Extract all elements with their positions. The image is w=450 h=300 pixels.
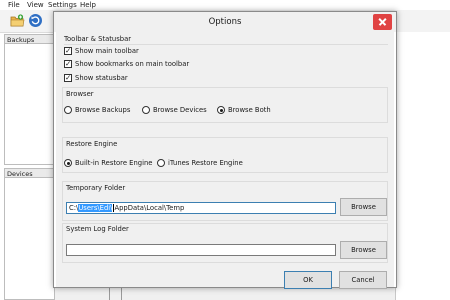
checkbox-checked-icon[interactable] — [64, 59, 72, 69]
toolbar-statusbar-group-title: Toolbar & Statusbar — [64, 35, 132, 43]
radio-selected-icon[interactable] — [217, 106, 225, 114]
browse-devices-radio[interactable]: Browse Devices — [142, 105, 207, 115]
radio-icon[interactable] — [157, 159, 165, 167]
menu-bar: File View Settings Help — [0, 0, 450, 10]
system-log-folder-input[interactable] — [66, 244, 336, 256]
browse-both-label: Browse Both — [228, 106, 271, 114]
show-statusbar-label: Show statusbar — [75, 74, 128, 82]
devices-panel-header: Devices — [4, 168, 55, 178]
main-content-strip — [55, 288, 395, 300]
path-suffix: AppData\Local\Temp — [114, 204, 185, 212]
browse-backups-label: Browse Backups — [75, 106, 131, 114]
backups-panel-header: Backups — [4, 34, 55, 44]
itunes-restore-engine-radio[interactable]: iTunes Restore Engine — [157, 158, 243, 168]
browse-backups-radio[interactable]: Browse Backups — [64, 105, 130, 115]
temporary-folder-group-title: Temporary Folder — [66, 184, 126, 192]
pane-divider — [121, 288, 122, 300]
browse-devices-label: Browse Devices — [153, 106, 207, 114]
dialog-body: Toolbar & Statusbar Show main toolbar Sh… — [56, 32, 394, 289]
radio-icon[interactable] — [142, 106, 150, 114]
system-log-folder-group-title: System Log Folder — [66, 225, 129, 233]
show-bookmarks-label: Show bookmarks on main toolbar — [75, 60, 190, 68]
itunes-restore-engine-label: iTunes Restore Engine — [168, 159, 243, 167]
temporary-folder-input[interactable]: C:\Users\Edi\ AppData\Local\Temp — [66, 202, 336, 214]
content-pane — [395, 32, 450, 300]
builtin-restore-engine-radio[interactable]: Built-in Restore Engine — [64, 158, 152, 168]
devices-panel[interactable] — [4, 178, 55, 300]
refresh-icon[interactable] — [28, 13, 43, 28]
cancel-button[interactable]: Cancel — [339, 271, 387, 289]
menu-view[interactable]: View — [27, 0, 44, 10]
backups-panel[interactable] — [4, 44, 55, 165]
checkbox-checked-icon[interactable] — [64, 46, 72, 56]
ok-button[interactable]: OK — [284, 271, 332, 289]
dialog-title: Options — [208, 17, 242, 27]
menu-file[interactable]: File — [8, 0, 20, 10]
browse-both-radio[interactable]: Browse Both — [217, 105, 271, 115]
path-prefix: C:\ — [69, 204, 79, 212]
group-divider — [64, 44, 388, 45]
show-main-toolbar-label: Show main toolbar — [75, 47, 139, 55]
selected-path-text: Users\Edi\ — [78, 204, 113, 212]
temporary-folder-browse-button[interactable]: Browse — [340, 198, 387, 216]
radio-icon[interactable] — [64, 106, 72, 114]
pane-divider — [109, 288, 110, 300]
close-icon[interactable] — [373, 14, 392, 30]
checkbox-checked-icon[interactable] — [64, 73, 72, 83]
show-statusbar-checkbox[interactable]: Show statusbar — [64, 73, 128, 83]
open-folder-icon[interactable] — [10, 13, 25, 28]
system-log-folder-browse-button[interactable]: Browse — [340, 241, 387, 259]
radio-selected-icon[interactable] — [64, 159, 72, 167]
restore-engine-group-title: Restore Engine — [66, 140, 118, 148]
builtin-restore-engine-label: Built-in Restore Engine — [75, 159, 153, 167]
show-main-toolbar-checkbox[interactable]: Show main toolbar — [64, 46, 139, 56]
menu-help[interactable]: Help — [80, 0, 96, 10]
browser-group-title: Browser — [66, 90, 94, 98]
dialog-titlebar[interactable]: Options — [54, 12, 396, 32]
options-dialog: Options Toolbar & Statusbar Show main to… — [53, 11, 397, 289]
menu-settings[interactable]: Settings — [48, 0, 77, 10]
show-bookmarks-checkbox[interactable]: Show bookmarks on main toolbar — [64, 59, 189, 69]
